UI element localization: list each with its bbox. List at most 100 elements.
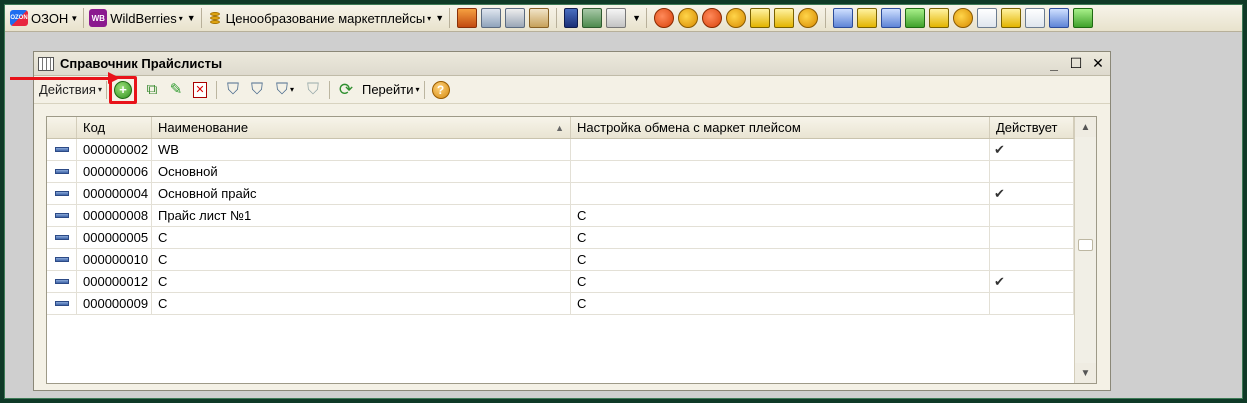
column-header-setting[interactable]: Настройка обмена с маркет плейсом [571, 117, 990, 138]
chevron-down-icon: ▾ [427, 13, 432, 23]
coins-icon[interactable] [953, 8, 974, 28]
column-header-active[interactable]: Действует [990, 117, 1074, 138]
pricing-menu[interactable]: Ценообразование маркетплейсы ▾ ▼ [204, 6, 447, 30]
chart-icon[interactable] [606, 8, 627, 28]
toolbar-divider [449, 8, 451, 28]
code-cell: 000000006 [77, 161, 152, 182]
delete-button[interactable]: ✕ [189, 79, 211, 101]
chevron-down-icon[interactable]: ▼ [632, 13, 641, 23]
code-cell: 000000012 [77, 271, 152, 292]
ozon-logo-icon: OZON [10, 10, 28, 26]
name-cell: C [152, 293, 571, 314]
filter-by-value-button[interactable]: ⛉ [246, 79, 268, 101]
transfer-out-icon[interactable] [1001, 8, 1022, 28]
scroll-up-button[interactable]: ▲ [1075, 117, 1096, 137]
lock-document-icon[interactable] [977, 8, 998, 28]
active-checkmark-cell [990, 205, 1074, 226]
column-header-code[interactable]: Код [77, 117, 152, 138]
toolbar-divider [646, 8, 648, 28]
table-row[interactable]: 000000008 Прайс лист №1 C [47, 205, 1096, 227]
printer-list-icon[interactable] [505, 8, 526, 28]
bank-icon[interactable] [750, 8, 771, 28]
clear-filter-button[interactable]: ⛉ [302, 79, 324, 101]
pricing-menu-label: Ценообразование маркетплейсы [225, 10, 426, 26]
name-cell: C [152, 271, 571, 292]
row-icon-cell [47, 293, 77, 314]
document-refresh-icon[interactable] [1049, 8, 1070, 28]
document-icon[interactable] [1025, 8, 1046, 28]
edit-button[interactable]: ✎ [165, 79, 187, 101]
table-row[interactable]: 000000010 C C [47, 249, 1096, 271]
users-icon[interactable] [564, 8, 579, 28]
code-cell: 000000005 [77, 227, 152, 248]
scroll-thumb[interactable] [1078, 239, 1093, 251]
table-row[interactable]: 000000012 C C ✔ [47, 271, 1096, 293]
printer-icon[interactable] [481, 8, 502, 28]
toolbar-icon-group-3 [649, 6, 823, 30]
toolbar-divider [556, 8, 558, 28]
scroll-down-button[interactable]: ▼ [1075, 363, 1096, 383]
table-body: 000000002 WB ✔ 000000006 Основной 000000004 Ос… [47, 139, 1096, 315]
table-row[interactable]: 000000005 C C [47, 227, 1096, 249]
filter-history-button[interactable]: ⛉ ▾ [270, 79, 300, 101]
chevron-down-icon: ▼ [435, 13, 445, 23]
actions-menu[interactable]: Действия ▾ [39, 82, 102, 97]
close-button[interactable]: ✕ [1088, 54, 1108, 74]
coins-stack-icon[interactable] [726, 8, 747, 28]
refresh-button[interactable]: ⟳ [335, 79, 357, 101]
code-cell: 000000004 [77, 183, 152, 204]
document-red-icon[interactable] [881, 8, 902, 28]
payment-icon[interactable] [774, 8, 795, 28]
transfer-icon[interactable] [857, 8, 878, 28]
filter-off-icon: ⛉ [306, 80, 319, 98]
annotation-arrow-head [108, 72, 120, 84]
row-icon-cell [47, 205, 77, 226]
table-row[interactable]: 000000004 Основной прайс ✔ [47, 183, 1096, 205]
coin-icon[interactable] [798, 8, 819, 28]
book-icon[interactable] [457, 8, 478, 28]
transfer-yellow-icon[interactable] [929, 8, 950, 28]
transfer-green-icon[interactable] [905, 8, 926, 28]
table-row[interactable]: 000000002 WB ✔ [47, 139, 1096, 161]
row-icon-cell [47, 249, 77, 270]
money-exchange-icon[interactable] [678, 8, 699, 28]
row-icon-cell [47, 139, 77, 160]
minimize-button[interactable]: _ [1044, 54, 1064, 74]
copy-button[interactable]: ⧉ [141, 79, 163, 101]
help-icon: ? [431, 80, 450, 99]
ozon-menu[interactable]: OZON ОЗОН ▼ [7, 6, 81, 30]
maximize-button[interactable]: ☐ [1066, 54, 1086, 74]
help-button[interactable]: ? [430, 79, 452, 101]
printer-report-icon[interactable] [529, 8, 550, 28]
refresh-icon: ⟳ [338, 80, 354, 99]
catalog-item-icon [54, 191, 69, 196]
filter-button[interactable]: ⛉ [222, 79, 244, 101]
wildberries-menu[interactable]: WB WildBerries ▾ ▼ [86, 6, 198, 30]
header-icon-column[interactable] [47, 117, 77, 138]
code-cell: 000000010 [77, 249, 152, 270]
money-red-icon[interactable] [702, 8, 723, 28]
column-header-name[interactable]: Наименование ▲ [152, 117, 571, 138]
active-checkmark-cell [990, 293, 1074, 314]
price-lists-table: Код Наименование ▲ Настройка обмена с ма… [46, 116, 1097, 384]
price-lists-window: Справочник Прайслисты _ ☐ ✕ Действия ▾ +… [33, 51, 1111, 391]
catalog-item-icon [54, 257, 69, 262]
setting-cell [571, 139, 990, 160]
toolbar-divider [825, 8, 827, 28]
calculator-icon[interactable] [582, 8, 603, 28]
vertical-scrollbar[interactable]: ▲ ▼ [1074, 117, 1096, 383]
money-icon[interactable] [654, 8, 675, 28]
table-header: Код Наименование ▲ Настройка обмена с ма… [47, 117, 1096, 139]
document-arrow-icon[interactable] [833, 8, 854, 28]
toolbar-icon-group-4 [828, 6, 1098, 30]
table-row[interactable]: 000000006 Основной [47, 161, 1096, 183]
row-icon-cell [47, 271, 77, 292]
add-document-icon[interactable] [1073, 8, 1094, 28]
table-row[interactable]: 000000009 C C [47, 293, 1096, 315]
setting-cell [571, 183, 990, 204]
application-area: OZON ОЗОН ▼ WB WildBerries ▾ ▼ Ценообраз… [5, 5, 1242, 398]
toolbar-icon-group-1 [452, 6, 554, 30]
active-checkmark-cell [990, 249, 1074, 270]
goto-menu[interactable]: Перейти ▾ [362, 82, 420, 97]
catalog-item-icon [54, 301, 69, 306]
